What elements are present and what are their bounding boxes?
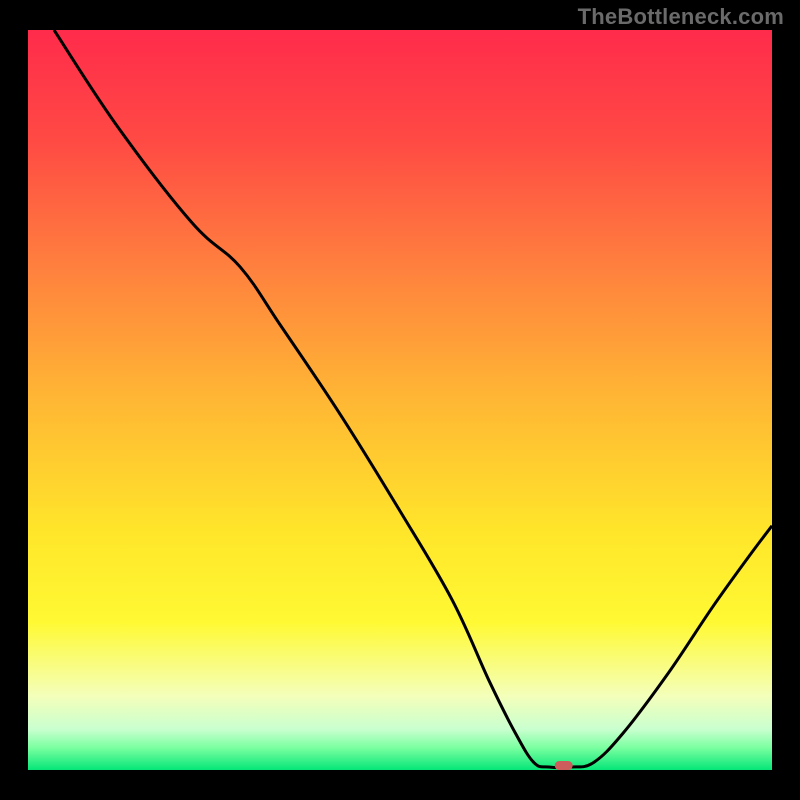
- chart-container: TheBottleneck.com: [0, 0, 800, 800]
- chart-svg: [28, 30, 772, 770]
- watermark-label: TheBottleneck.com: [578, 4, 784, 30]
- optimal-point-marker: [555, 761, 573, 770]
- gradient-background: [28, 30, 772, 770]
- plot-area: [28, 30, 772, 770]
